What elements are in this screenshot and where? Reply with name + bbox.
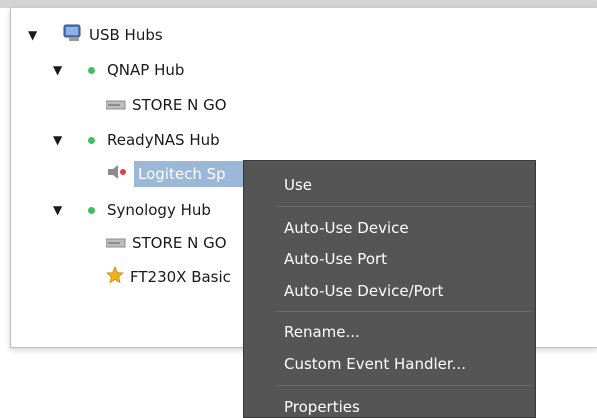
speaker-icon [106, 164, 128, 184]
tree-item-label: ReadyNAS Hub [107, 131, 220, 149]
window-top-bar [0, 0, 597, 8]
tree-item-qnap-hub[interactable]: QNAP Hub [88, 57, 184, 83]
tree-item-device[interactable]: STORE N GO [105, 92, 227, 118]
star-icon [106, 265, 124, 288]
online-status-icon [88, 66, 95, 74]
menu-separator [276, 385, 532, 386]
tree-item-label: FT230X Basic [130, 268, 231, 286]
expand-arrow-icon[interactable]: ▼ [53, 133, 62, 147]
menu-item-auto-use-device[interactable]: Auto-Use Device [284, 216, 409, 240]
online-status-icon [88, 206, 95, 214]
tree-item-readynas-hub[interactable]: ReadyNAS Hub [88, 127, 220, 153]
tree-item-synology-hub[interactable]: Synology Hub [88, 197, 211, 223]
online-status-icon [88, 136, 95, 144]
app-window: ▼ USB Hubs ▼ QNAP Hub STORE N GO ▼ Ready… [0, 0, 597, 418]
menu-separator [276, 311, 532, 312]
tree-item-device[interactable]: STORE N GO [105, 230, 227, 256]
tree-item-label: USB Hubs [89, 26, 163, 44]
tree-item-device[interactable]: FT230X Basic [106, 264, 231, 290]
menu-item-custom-event-handler[interactable]: Custom Event Handler... [284, 352, 466, 376]
expand-arrow-icon[interactable]: ▼ [53, 203, 62, 217]
menu-item-use[interactable]: Use [284, 173, 312, 197]
expand-arrow-icon[interactable]: ▼ [53, 63, 62, 77]
context-menu: Use Auto-Use Device Auto-Use Port Auto-U… [243, 160, 536, 418]
usb-hubs-icon [63, 24, 83, 46]
expand-arrow-icon[interactable]: ▼ [28, 28, 37, 42]
menu-item-rename[interactable]: Rename... [284, 320, 360, 344]
tree-item-label: STORE N GO [132, 234, 227, 252]
tree-item-label: STORE N GO [132, 96, 227, 114]
drive-icon [105, 96, 126, 114]
tree-item-label: Synology Hub [107, 201, 211, 219]
drive-icon [105, 234, 126, 252]
menu-item-auto-use-port[interactable]: Auto-Use Port [284, 247, 387, 271]
menu-item-properties[interactable]: Properties [284, 395, 360, 418]
menu-item-auto-use-device-port[interactable]: Auto-Use Device/Port [284, 279, 443, 303]
menu-separator [276, 206, 532, 207]
tree-item-usb-hubs[interactable]: USB Hubs [63, 22, 163, 48]
tree-item-label: QNAP Hub [107, 61, 185, 79]
